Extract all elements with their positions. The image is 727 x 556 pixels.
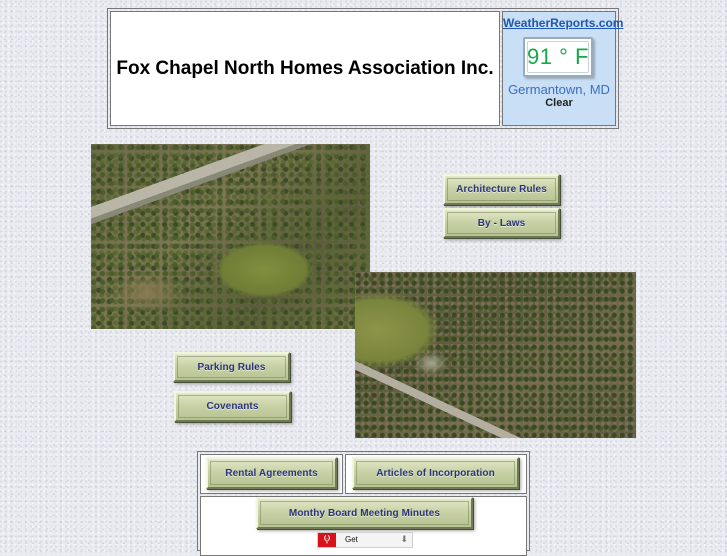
- rental-agreements-button[interactable]: Rental Agreements: [206, 457, 337, 489]
- weather-condition: Clear: [545, 97, 573, 109]
- page-title: Fox Chapel North Homes Association Inc.: [116, 57, 494, 79]
- title-cell: Fox Chapel North Homes Association Inc.: [110, 11, 500, 126]
- articles-of-incorporation-button[interactable]: Articles of Incorporation: [352, 457, 519, 489]
- weather-city: Germantown, MD: [508, 82, 610, 97]
- by-laws-button[interactable]: By - Laws: [443, 208, 560, 238]
- temperature-value: 91 ° F: [527, 44, 589, 69]
- button-label: Architecture Rules: [456, 184, 547, 195]
- get-reader-badge[interactable]: ⁽ᵢ⁾ Get ⬇: [317, 532, 413, 548]
- covenants-button[interactable]: Covenants: [174, 391, 291, 422]
- weather-site-link[interactable]: WeatherReports.com: [503, 16, 623, 30]
- button-label: Parking Rules: [197, 361, 266, 373]
- button-label: Rental Agreements: [225, 467, 318, 479]
- download-arrow-icon: ⬇: [400, 534, 408, 544]
- temperature-display: 91 ° F: [523, 37, 593, 77]
- button-label: Covenants: [206, 401, 259, 412]
- aerial-photo-southeast: [355, 272, 636, 438]
- get-label: Get: [345, 535, 358, 544]
- button-label: By - Laws: [477, 217, 526, 229]
- parking-rules-button[interactable]: Parking Rules: [173, 352, 290, 382]
- architecture-rules-button[interactable]: Architecture Rules: [443, 174, 560, 205]
- board-meeting-minutes-button[interactable]: Monthy Board Meeting Minutes: [256, 497, 473, 529]
- weather-widget: WeatherReports.com 91 ° F Germantown, MD…: [502, 11, 623, 126]
- aerial-photo-northwest: [91, 144, 370, 329]
- button-label: Articles of Incorporation: [376, 467, 495, 479]
- header-table: Fox Chapel North Homes Association Inc. …: [107, 8, 623, 129]
- button-label: Monthy Board Meeting Minutes: [288, 507, 441, 519]
